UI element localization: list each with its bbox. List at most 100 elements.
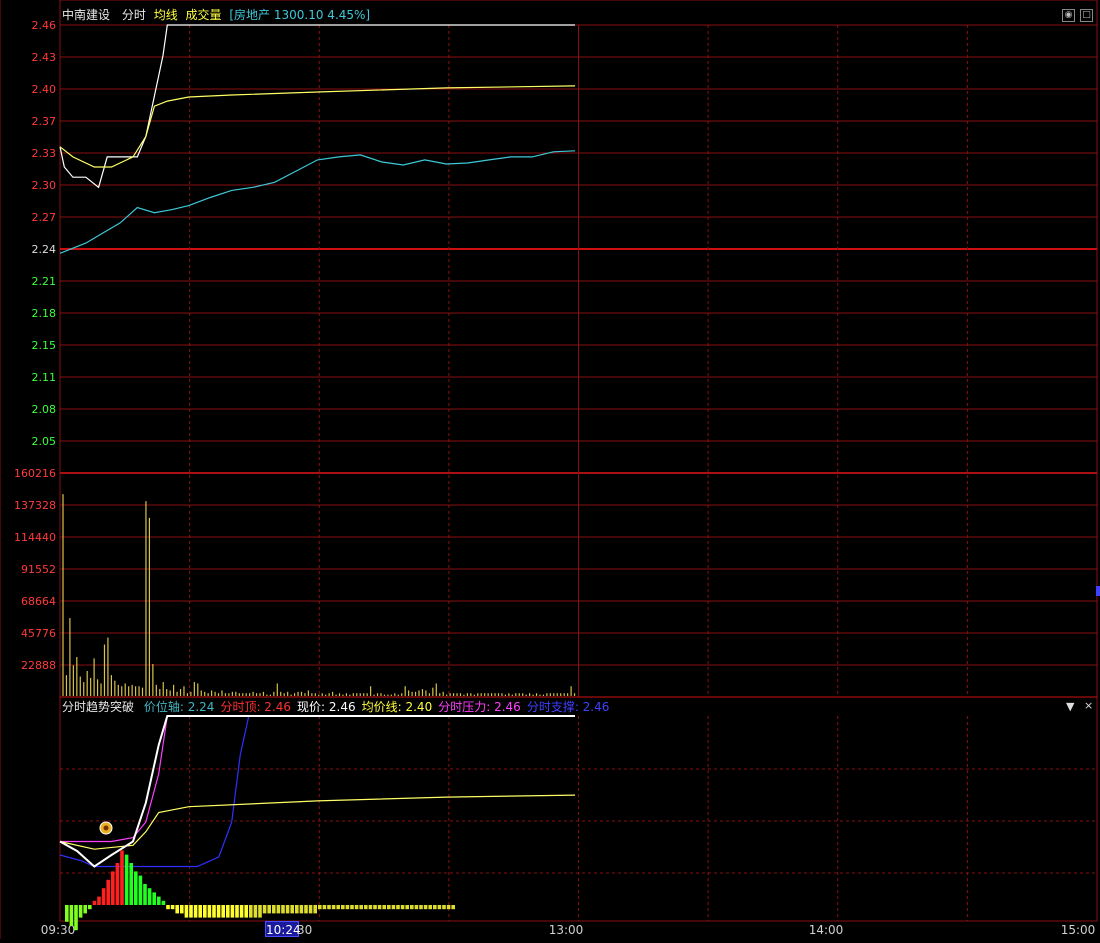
volume-tick-label: 91552 bbox=[21, 563, 56, 576]
histogram-bar bbox=[235, 905, 239, 918]
support-line bbox=[59, 715, 575, 868]
histogram-bar bbox=[152, 892, 156, 905]
histogram-bar bbox=[207, 905, 212, 918]
histogram-bar bbox=[161, 900, 166, 905]
histogram-bar bbox=[138, 875, 143, 905]
histogram-bar bbox=[230, 905, 235, 918]
tab-volume[interactable]: 成交量 bbox=[186, 8, 222, 22]
price-tick-label: 2.40 bbox=[32, 83, 57, 96]
indicator-header: 分时趋势突破 价位轴: 2.24 分时顶: 2.46 现价: 2.46 均价线: 2.… bbox=[62, 700, 609, 714]
price-tick-label: 2.24 bbox=[32, 243, 57, 256]
indicator-item: 分时压力: 2.46 bbox=[438, 700, 521, 714]
histogram-bar bbox=[414, 905, 419, 910]
signal-dot-center bbox=[103, 825, 109, 831]
histogram-bar bbox=[101, 888, 106, 905]
histogram-bar bbox=[221, 905, 225, 918]
price-tick-label: 2.33 bbox=[32, 147, 57, 160]
indicator-item-value: 2.46 bbox=[578, 700, 610, 714]
cursor-time-label: 10:24 bbox=[265, 921, 301, 937]
histogram-bar bbox=[295, 905, 299, 914]
indicator-item-value: 2.40 bbox=[401, 700, 433, 714]
histogram-bar bbox=[88, 905, 92, 910]
indicator-item: 现价: 2.46 bbox=[297, 700, 356, 714]
volume-tick-label: 45776 bbox=[21, 627, 56, 640]
indicator-item: 分时支撑: 2.46 bbox=[527, 700, 610, 714]
histogram-bar bbox=[262, 905, 267, 914]
series-line bbox=[59, 85, 576, 168]
histogram-bar bbox=[437, 905, 442, 910]
histogram-bar bbox=[423, 905, 428, 910]
tab-fenshi[interactable]: 分时 bbox=[122, 8, 146, 22]
chart-canvas[interactable]: 2.46 2.43 2.40 2.37 2.33 2.30 2.27 2.24 2.21 2.18… bbox=[0, 0, 1100, 939]
histogram-bar bbox=[359, 905, 363, 910]
histogram-bar bbox=[410, 905, 414, 910]
sector-info[interactable]: [房地产 1300.10 4.45%] bbox=[229, 8, 370, 22]
indicator-item-label: 均价线: bbox=[361, 700, 402, 714]
histogram-bar bbox=[419, 905, 423, 910]
histogram-bar bbox=[341, 905, 345, 910]
price-tick-label: 2.43 bbox=[32, 51, 57, 64]
price-tick-label: 2.21 bbox=[32, 275, 57, 288]
close-icon[interactable]: × bbox=[1084, 700, 1093, 712]
histogram-bar bbox=[308, 905, 313, 914]
time-tick-label: 15:00 bbox=[1061, 923, 1096, 937]
indicator-item-label: 分时顶: bbox=[220, 700, 261, 714]
histogram-bar bbox=[184, 905, 189, 918]
histogram-bar bbox=[405, 905, 409, 910]
indicator-name[interactable]: 分时趋势突破 bbox=[62, 700, 134, 714]
histogram-bar bbox=[216, 905, 221, 918]
series-line bbox=[59, 24, 575, 189]
volume-tick-label: 68664 bbox=[21, 595, 56, 608]
right-edge-marker bbox=[1096, 586, 1100, 596]
histogram-bar bbox=[170, 905, 175, 910]
histogram-bar bbox=[115, 863, 120, 905]
histogram-bar bbox=[285, 905, 290, 914]
histogram-bar bbox=[364, 905, 368, 910]
indicator-item-label: 分时压力: bbox=[438, 700, 491, 714]
histogram-bar bbox=[336, 905, 340, 910]
histogram-bar bbox=[180, 905, 184, 914]
indicator-item-value: 2.24 bbox=[183, 700, 215, 714]
current-price-line bbox=[59, 715, 575, 868]
histogram-bar bbox=[203, 905, 207, 918]
time-tick-label: 13:00 bbox=[549, 923, 584, 937]
histogram-bar bbox=[198, 905, 202, 918]
signal-marker bbox=[99, 821, 113, 835]
indicator-item: 均价线: 2.40 bbox=[362, 700, 433, 714]
histogram-bar bbox=[253, 905, 258, 918]
price-tick-label: 2.27 bbox=[32, 211, 57, 224]
histogram-bar bbox=[143, 884, 147, 905]
series-line bbox=[59, 150, 576, 254]
histogram-bar bbox=[396, 905, 400, 910]
histogram-bar bbox=[318, 905, 322, 910]
price-tick-label: 2.18 bbox=[32, 307, 57, 320]
tab-junxian[interactable]: 均线 bbox=[154, 8, 178, 22]
volume-tick-label: 137328 bbox=[14, 499, 56, 512]
histogram-bar bbox=[129, 863, 133, 905]
histogram-bar bbox=[244, 905, 248, 918]
histogram-bar bbox=[327, 905, 331, 910]
pressure-line bbox=[60, 715, 575, 843]
indicator-item-value: 2.46 bbox=[260, 700, 292, 714]
histogram-bar bbox=[212, 905, 216, 918]
histogram-bar bbox=[78, 905, 83, 918]
histogram-bar bbox=[258, 905, 262, 918]
histogram-bar bbox=[313, 905, 317, 914]
histogram-bar bbox=[106, 879, 110, 905]
histogram-bar bbox=[189, 905, 193, 918]
histogram-bar bbox=[331, 905, 336, 910]
histogram-bar bbox=[267, 905, 271, 914]
indicator-item-value: 2.46 bbox=[325, 700, 356, 714]
stock-name: 中南建设 bbox=[62, 8, 111, 22]
histogram-bar bbox=[175, 905, 179, 914]
histogram-bar bbox=[120, 850, 124, 905]
histogram-bar bbox=[350, 905, 354, 910]
dropdown-icon[interactable]: ▼ bbox=[1066, 701, 1074, 713]
intraday-chart[interactable]: 2.46 2.43 2.40 2.37 2.33 2.30 2.27 2.24 2.21 2.18… bbox=[0, 0, 1100, 939]
avg-price-line bbox=[59, 794, 576, 850]
price-tick-label: 2.37 bbox=[32, 115, 57, 128]
restore-icon[interactable]: ◉ bbox=[1062, 9, 1075, 22]
time-tick-label: 14:00 bbox=[809, 923, 844, 937]
indicator-item-value: 2.46 bbox=[490, 700, 521, 714]
maximize-icon[interactable]: □ bbox=[1080, 9, 1093, 22]
